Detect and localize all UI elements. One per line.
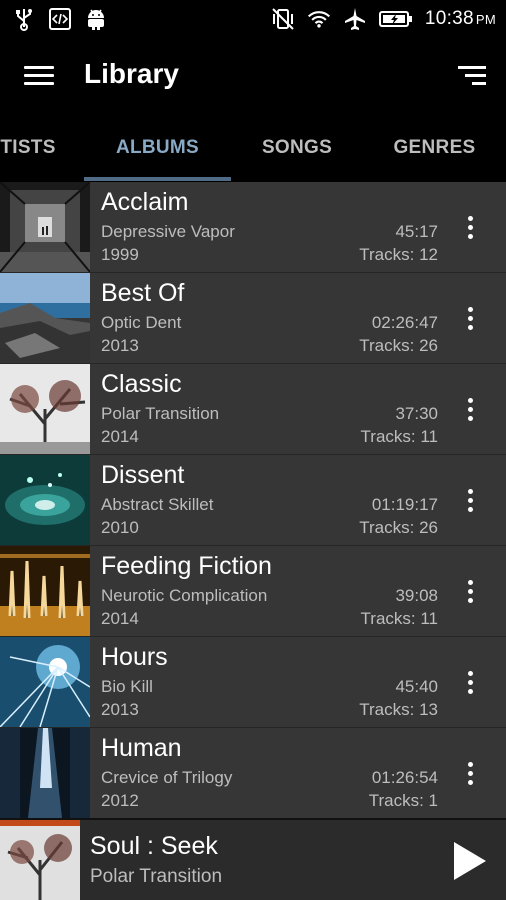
more-vert-icon[interactable] [454,483,486,517]
list-item[interactable]: Classic Polar Transition 2014 37:30 Trac… [0,364,506,455]
album-year: 1999 [101,245,139,264]
play-icon[interactable] [452,840,488,882]
album-artist: Bio Kill [101,677,153,696]
album-track-count: Tracks: 26 [359,518,438,537]
album-art [0,273,90,363]
album-year: 2013 [101,700,139,719]
now-playing-bar[interactable]: Soul : Seek Polar Transition [0,818,506,900]
album-title: Hours [101,643,168,671]
more-vert-icon[interactable] [454,574,486,608]
album-duration: 39:08 [395,586,438,605]
more-vert-icon[interactable] [454,665,486,699]
tab-songs[interactable]: SONGS [231,114,363,182]
album-title: Human [101,734,182,762]
code-icon [48,7,72,31]
album-track-count: Tracks: 1 [368,791,438,810]
album-track-count: Tracks: 11 [360,609,438,628]
album-title: Feeding Fiction [101,552,272,580]
album-title: Acclaim [101,188,189,216]
list-item[interactable]: Human Crevice of Trilogy 2012 01:26:54 T… [0,728,506,818]
app-bar: Library [0,38,506,114]
album-art [0,455,90,545]
android-icon [84,7,108,31]
tab-bar: TISTS ALBUMS SONGS GENRES [0,114,506,182]
album-duration: 01:19:17 [371,495,438,514]
album-year: 2013 [101,336,139,355]
sort-icon[interactable] [458,64,486,86]
album-art [0,637,91,728]
list-item[interactable]: Hours Bio Kill 2013 45:40 Tracks: 13 [0,637,506,728]
album-year: 2012 [101,791,139,810]
page-title: Library [84,58,179,89]
wifi-icon [307,7,331,31]
list-item[interactable]: Feeding Fiction Neurotic Complication 20… [0,546,506,637]
list-item[interactable]: Dissent Abstract Skillet 2010 01:19:17 T… [0,455,506,546]
tab-genres[interactable]: GENRES [363,114,506,182]
album-artist: Depressive Vapor [101,222,235,241]
album-duration: 45:17 [395,222,438,241]
album-year: 2014 [101,609,139,628]
album-track-count: Tracks: 11 [360,427,438,446]
now-playing-art [0,820,80,900]
more-vert-icon[interactable] [454,301,486,335]
album-track-count: Tracks: 13 [359,700,438,719]
tab-indicator [84,177,231,181]
hamburger-icon[interactable] [24,64,54,88]
album-art [0,182,91,273]
more-vert-icon[interactable] [454,210,486,244]
album-year: 2014 [101,427,139,446]
status-bar: 10:38 PM [0,0,506,38]
album-artist: Crevice of Trilogy [101,768,233,787]
tab-albums[interactable]: ALBUMS [84,114,231,182]
album-title: Dissent [101,461,185,489]
album-artist: Abstract Skillet [101,495,214,514]
list-item[interactable]: Acclaim Depressive Vapor 1999 45:17 Trac… [0,182,506,273]
album-title: Best Of [101,279,185,307]
battery-charging-icon [378,7,413,31]
album-artist: Neurotic Complication [101,586,268,605]
now-playing-title: Soul : Seek [90,832,218,860]
usb-icon [12,7,36,31]
album-artist: Optic Dent [101,313,182,332]
vibrate-off-icon [271,7,295,31]
album-art [0,728,90,818]
tab-artists[interactable]: TISTS [0,114,84,182]
album-duration: 45:40 [395,677,438,696]
more-vert-icon[interactable] [454,756,486,790]
album-track-count: Tracks: 26 [359,336,438,355]
list-item[interactable]: Best Of Optic Dent 2013 02:26:47 Tracks:… [0,273,506,364]
now-playing-artist: Polar Transition [90,866,223,887]
album-track-count: Tracks: 12 [359,245,438,264]
album-artist: Polar Transition [101,404,220,423]
album-duration: 37:30 [395,404,438,423]
album-duration: 02:26:47 [371,313,438,332]
airplane-icon [343,7,367,31]
clock: 10:38 PM [424,8,496,29]
album-art [0,546,90,636]
more-vert-icon[interactable] [454,392,486,426]
album-title: Classic [101,370,182,398]
album-list[interactable]: Acclaim Depressive Vapor 1999 45:17 Trac… [0,182,506,818]
album-duration: 01:26:54 [371,768,438,787]
album-art [0,364,90,454]
album-year: 2010 [101,518,139,537]
